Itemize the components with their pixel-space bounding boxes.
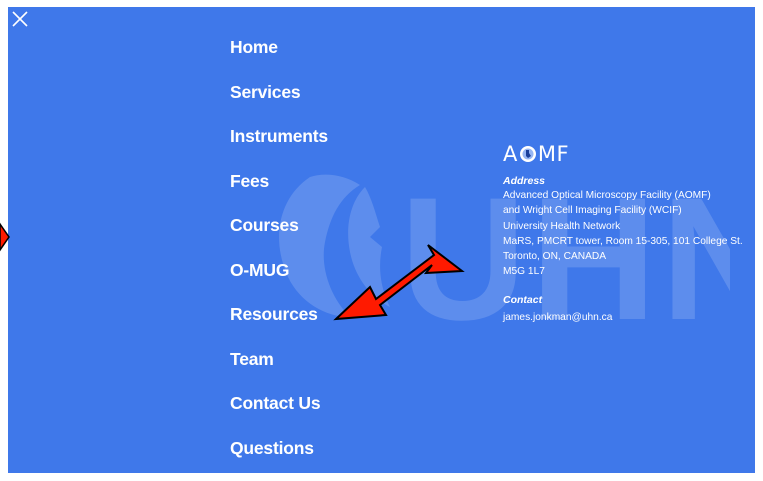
menu-link-fees[interactable]: Fees [230, 171, 269, 191]
menu-link-instruments[interactable]: Instruments [230, 126, 328, 146]
aomf-logo: A MF [503, 139, 753, 169]
menu-item-services: Services [230, 80, 328, 125]
menu-item-resources: Resources [230, 302, 328, 347]
menu-item-instruments: Instruments [230, 124, 328, 169]
navigation-overlay: UHN Home Services Instruments Fees Cours… [8, 7, 755, 473]
menu-link-contact-us[interactable]: Contact Us [230, 393, 321, 413]
menu-item-courses: Courses [230, 213, 328, 258]
address-title: Address [503, 175, 546, 187]
menu-link-resources[interactable]: Resources [230, 304, 318, 324]
brand-suffix: MF [537, 142, 570, 166]
address-line: Advanced Optical Microscopy Facility (AO… [503, 190, 711, 201]
red-pointer-arrow-icon [333, 244, 465, 321]
left-pointer-arrow-icon [0, 222, 10, 252]
address-line: and Wright Cell Imaging Facility (WCIF) [503, 205, 682, 217]
menu-item-omug: O-MUG [230, 258, 328, 303]
address-line: University Health Network [503, 220, 621, 232]
menu-item-contact-us: Contact Us [230, 391, 328, 436]
close-icon[interactable] [11, 10, 29, 28]
menu-link-questions[interactable]: Questions [230, 438, 314, 458]
contact-block: Contact james.jonkman@uhn.ca [503, 294, 753, 325]
facility-info: A MF Address Advanced Optical Microscopy… [503, 139, 753, 325]
contact-email-link[interactable]: james.jonkman@uhn.ca [503, 310, 753, 325]
menu-link-services[interactable]: Services [230, 82, 301, 102]
address-line: Toronto, ON, CANADA [503, 251, 607, 263]
contact-title: Contact [503, 293, 543, 306]
address-line: MaRS, PMCRT tower, Room 15-305, 101 Coll… [503, 235, 743, 247]
menu-item-team: Team [230, 347, 328, 392]
main-menu: Home Services Instruments Fees Courses O… [230, 35, 328, 473]
brand-prefix: A [503, 142, 518, 166]
menu-item-questions: Questions [230, 436, 328, 474]
menu-link-team[interactable]: Team [230, 349, 274, 369]
menu-item-home: Home [230, 35, 328, 80]
microscope-circle-icon [519, 146, 536, 162]
menu-link-home[interactable]: Home [230, 37, 278, 57]
menu-link-courses[interactable]: Courses [230, 215, 299, 235]
address-line: M5G 1L7 [503, 266, 545, 278]
menu-item-fees: Fees [230, 169, 328, 214]
menu-link-omug[interactable]: O-MUG [230, 260, 289, 280]
